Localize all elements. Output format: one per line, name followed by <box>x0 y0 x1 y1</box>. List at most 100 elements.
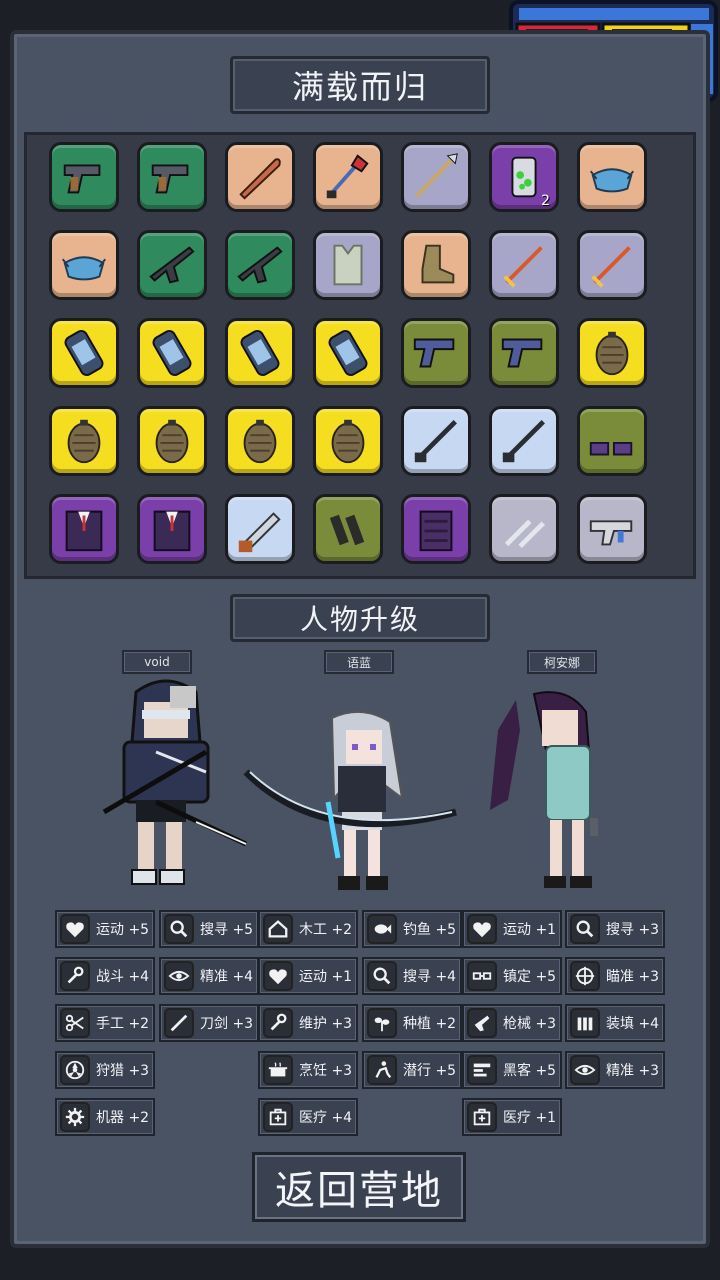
stat-gain-label: 种植 +2 <box>403 1016 457 1032</box>
inventory-slot[interactable] <box>401 142 471 212</box>
smg-icon <box>589 520 633 546</box>
inventory-slot[interactable] <box>577 494 647 564</box>
stat-gain-label: 烹饪 +3 <box>299 1063 353 1079</box>
stat-gain-label: 手工 +2 <box>96 1016 150 1032</box>
stat-gain-chip: 战斗 +4 <box>55 957 155 995</box>
inventory-slot[interactable] <box>49 318 119 388</box>
stat-gain-chip: 瞄准 +3 <box>565 957 665 995</box>
inventory-slot[interactable] <box>49 142 119 212</box>
pistol-icon <box>63 164 101 194</box>
stat-gain-label: 木工 +2 <box>299 922 353 938</box>
mask-icon <box>62 256 106 281</box>
grenade-icon <box>67 419 101 464</box>
stat-gain-label: 运动 +1 <box>299 969 353 985</box>
grenade-icon <box>595 331 629 376</box>
inventory-slot[interactable] <box>49 230 119 300</box>
handgun-icon <box>501 338 543 368</box>
inventory-slot[interactable] <box>49 494 119 564</box>
inventory-slot[interactable] <box>401 318 471 388</box>
return-to-camp-button[interactable]: 返回营地 <box>252 1152 466 1222</box>
inventory-slot[interactable] <box>225 142 295 212</box>
inventory-slot[interactable] <box>577 230 647 300</box>
inventory-slot[interactable] <box>577 318 647 388</box>
stat-gain-chip: 运动 +5 <box>55 910 155 948</box>
eye-icon <box>570 1055 600 1085</box>
inventory-slot[interactable] <box>313 318 383 388</box>
inventory-slot[interactable] <box>49 406 119 476</box>
inventory-slot[interactable] <box>313 406 383 476</box>
inventory-slot[interactable] <box>577 142 647 212</box>
inventory-slot[interactable] <box>225 230 295 300</box>
sword-icon <box>591 246 631 288</box>
suit-icon <box>153 510 191 552</box>
stat-gain-chip: 黑客 +5 <box>462 1051 562 1089</box>
stat-gain-chip: 搜寻 +3 <box>565 910 665 948</box>
stat-gain-label: 潜行 +5 <box>403 1063 457 1079</box>
stat-gain-label: 医疗 +4 <box>299 1110 353 1126</box>
loot-inventory-grid: 2 <box>24 132 696 579</box>
inventory-slot[interactable] <box>401 406 471 476</box>
inventory-slot[interactable] <box>401 230 471 300</box>
inventory-slot[interactable] <box>577 406 647 476</box>
fish-icon <box>367 914 397 944</box>
spear-icon <box>415 153 458 198</box>
canister-icon <box>328 329 368 377</box>
pot-icon <box>263 1055 293 1085</box>
inventory-slot[interactable] <box>401 494 471 564</box>
stat-gain-label: 精准 +3 <box>606 1063 660 1079</box>
stat-gain-chip: 木工 +2 <box>258 910 358 948</box>
character-name-void: void <box>122 650 192 674</box>
heart-icon <box>60 914 90 944</box>
stat-gain-chip: 医疗 +1 <box>462 1098 562 1136</box>
character-name-yulan: 语蓝 <box>324 650 394 674</box>
canister-icon <box>152 329 192 377</box>
inventory-slot[interactable] <box>489 406 559 476</box>
stat-gain-chip: 搜寻 +5 <box>159 910 259 948</box>
inventory-slot[interactable] <box>313 494 383 564</box>
shovel-icon <box>326 154 369 199</box>
heart-icon <box>263 961 293 991</box>
inventory-slot[interactable] <box>225 494 295 564</box>
inventory-slot[interactable] <box>313 142 383 212</box>
stat-gain-chip: 装填 +4 <box>565 1004 665 1042</box>
stat-gain-chip: 钓鱼 +5 <box>362 910 462 948</box>
inventory-slot[interactable]: 2 <box>489 142 559 212</box>
inventory-slot[interactable] <box>313 230 383 300</box>
stat-gain-chip: 镇定 +5 <box>462 957 562 995</box>
inventory-slot[interactable] <box>137 318 207 388</box>
inventory-slot[interactable] <box>137 230 207 300</box>
inventory-slot[interactable] <box>489 494 559 564</box>
stat-gain-label: 枪械 +3 <box>503 1016 557 1032</box>
inventory-slot[interactable] <box>489 230 559 300</box>
armor-icon <box>419 510 453 552</box>
mask-icon <box>590 168 634 193</box>
medkit-icon <box>467 1102 497 1132</box>
inventory-slot[interactable] <box>137 142 207 212</box>
canister-icon <box>240 329 280 377</box>
shotgun-icon <box>414 420 457 463</box>
stat-gain-chip: 机器 +2 <box>55 1098 155 1136</box>
inventory-slot[interactable] <box>137 406 207 476</box>
canister-icon <box>64 329 104 377</box>
stat-gain-chip: 精准 +4 <box>159 957 259 995</box>
bullets-icon <box>570 1008 600 1038</box>
inventory-slot[interactable] <box>225 406 295 476</box>
stat-gain-chip: 刀剑 +3 <box>159 1004 259 1042</box>
scissors-icon <box>60 1008 90 1038</box>
suit-icon <box>65 510 103 552</box>
stat-gain-label: 瞄准 +3 <box>606 969 660 985</box>
magnifier-icon <box>367 961 397 991</box>
vest-icon <box>333 244 363 286</box>
glasses-icon <box>467 961 497 991</box>
gun-icon <box>467 1008 497 1038</box>
medkit-icon <box>263 1102 293 1132</box>
stat-gain-label: 镇定 +5 <box>503 969 557 985</box>
inventory-slot[interactable] <box>137 494 207 564</box>
inventory-slot[interactable] <box>489 318 559 388</box>
stat-gain-label: 战斗 +4 <box>96 969 150 985</box>
grenade-icon <box>243 419 277 464</box>
inventory-slot[interactable] <box>225 318 295 388</box>
stat-gain-label: 运动 +1 <box>503 922 557 938</box>
stat-gain-chip: 维护 +3 <box>258 1004 358 1042</box>
stat-gain-label: 精准 +4 <box>200 969 254 985</box>
